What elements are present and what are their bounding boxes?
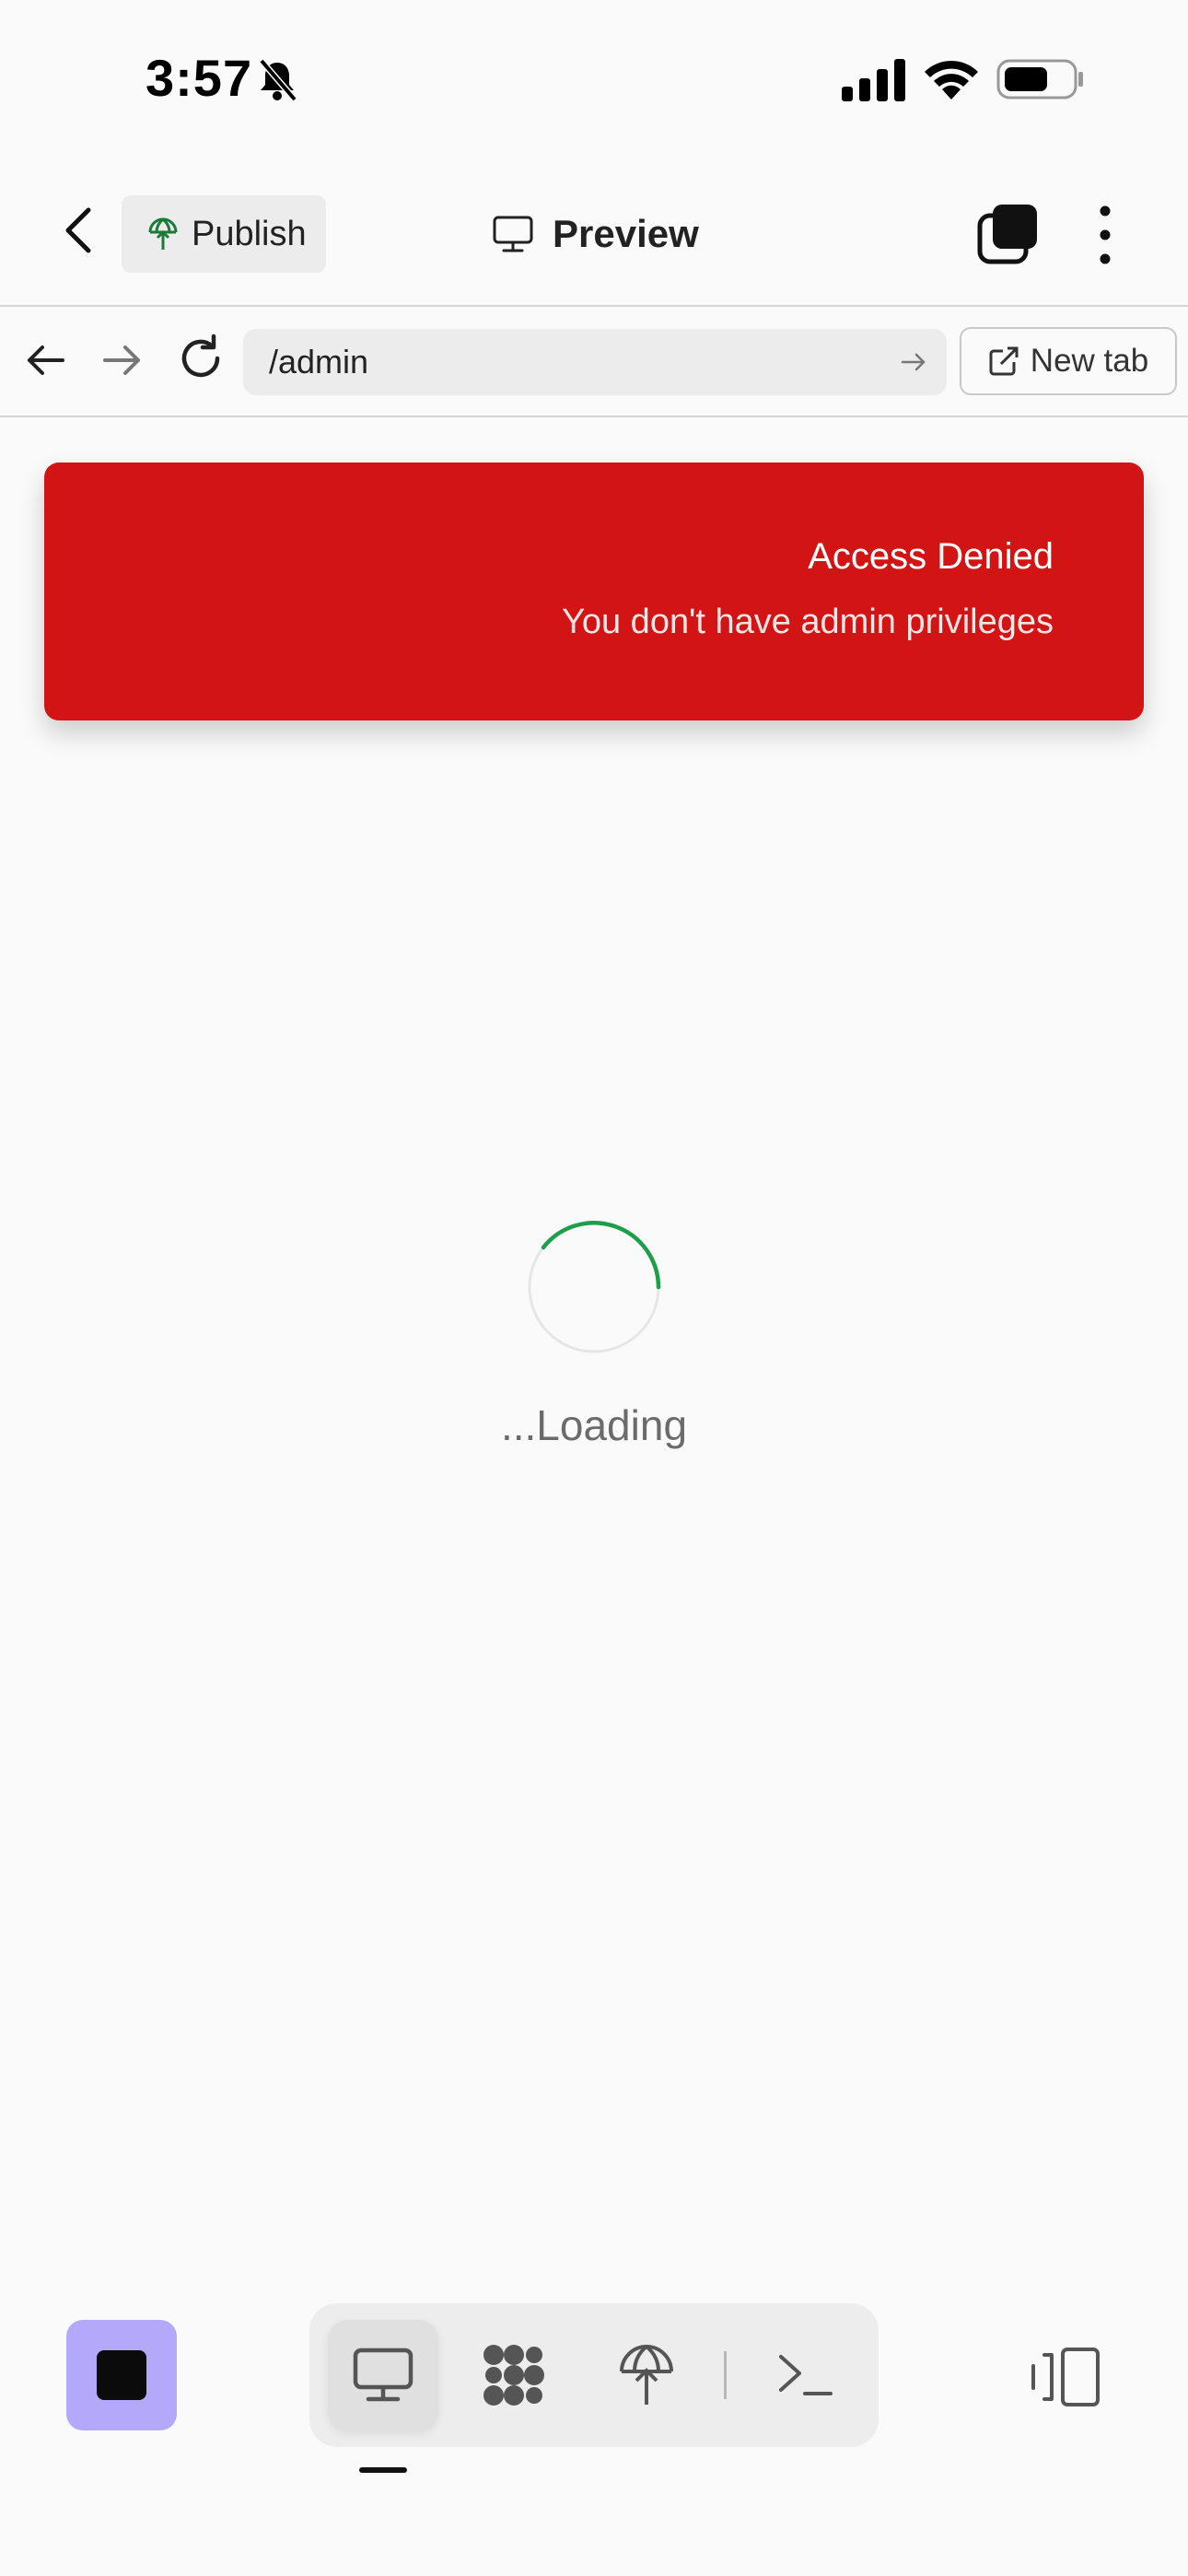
new-tab-button[interactable]: New tab [960,327,1177,395]
stop-button[interactable] [66,2320,177,2430]
active-tool-indicator [359,2467,407,2473]
integrations-icon [483,2345,544,2406]
publish-button[interactable]: Publish [122,195,326,273]
toast-message: You don't have admin privileges [562,603,1054,641]
wifi-icon [925,60,978,100]
preview-title: Preview [492,205,699,263]
monitor-icon [493,216,533,252]
go-arrow-icon[interactable] [899,347,928,377]
back-button[interactable] [52,203,107,258]
globe-upload-icon [148,217,178,250]
bottom-toolbar [0,2259,1188,2576]
new-tab-label: New tab [1030,343,1149,379]
stop-icon [97,2350,146,2400]
url-input[interactable]: /admin [243,329,947,395]
chevron-left-icon [65,207,91,253]
external-link-icon [989,346,1019,376]
page-title: Preview [553,212,699,255]
bell-slash-icon [259,58,297,102]
tabs-icon[interactable] [976,203,1041,267]
publish-label: Publish [192,214,307,253]
tool-preview-button[interactable] [328,2320,438,2430]
split-view-icon[interactable] [1030,2344,1103,2410]
tool-divider [724,2351,727,2399]
reload-icon[interactable] [173,331,228,386]
loading-spinner-icon [528,1221,661,1353]
arrow-right-icon[interactable] [96,334,147,386]
monitor-icon [353,2348,413,2402]
app-bar: Publish Preview [0,157,1188,306]
error-toast[interactable]: Access Denied You don't have admin privi… [44,463,1144,720]
tool-terminal-button[interactable] [750,2320,860,2430]
toast-title: Access Denied [808,536,1054,577]
loading-text: ...Loading [500,1401,688,1449]
more-vertical-icon[interactable] [1085,203,1125,267]
battery-icon [996,59,1083,100]
status-time: 3:57 [146,49,253,107]
tool-publish-button[interactable] [591,2320,702,2430]
tool-group [309,2303,879,2447]
publish-icon [620,2345,673,2405]
url-text: /admin [269,343,369,381]
terminal-icon [779,2355,833,2395]
tool-integrations-button[interactable] [459,2320,569,2430]
status-bar: 3:57 [0,0,1188,157]
arrow-left-icon[interactable] [20,334,72,386]
cellular-signal-icon [842,59,905,101]
browser-nav-bar: /admin New tab [0,305,1188,417]
